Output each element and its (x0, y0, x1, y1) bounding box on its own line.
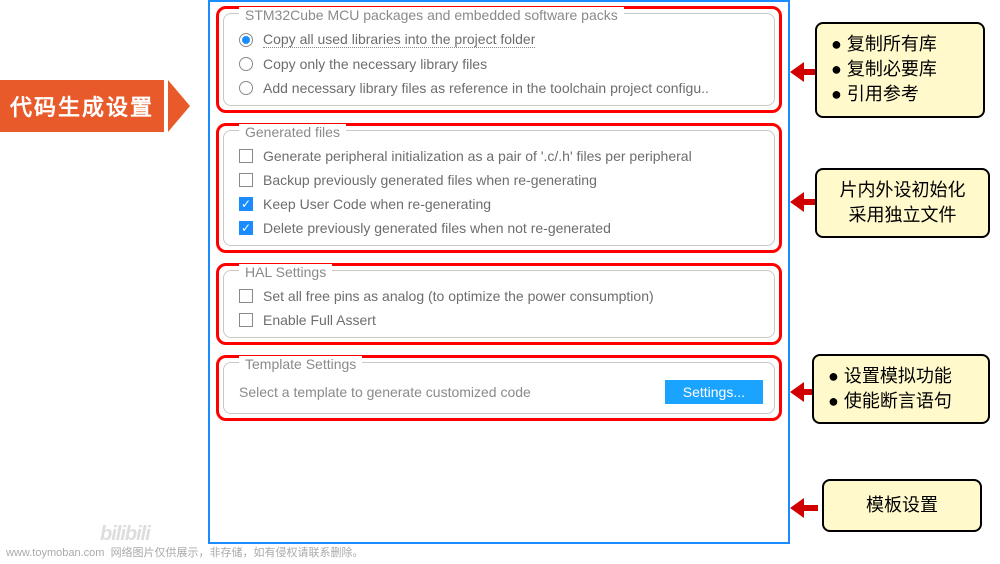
callout-item: 复制必要库 (831, 57, 969, 82)
group-legend: Template Settings (239, 356, 362, 372)
checkbox-icon (239, 173, 253, 187)
callout-item: 引用参考 (831, 82, 969, 107)
chevron-right-icon (168, 80, 190, 132)
group-legend: Generated files (239, 124, 346, 140)
radio-label: Add necessary library files as reference… (263, 80, 709, 96)
radio-icon (239, 57, 253, 71)
callout-item: 使能断言语句 (828, 389, 974, 414)
radio-icon (239, 81, 253, 95)
callout-hal: 设置模拟功能 使能断言语句 (812, 354, 990, 424)
callout-line: 采用独立文件 (831, 203, 974, 228)
checkbox-label: Set all free pins as analog (to optimize… (263, 288, 654, 304)
checkbox-icon (239, 149, 253, 163)
section-title: 代码生成设置 (0, 80, 164, 132)
radio-add-reference[interactable]: Add necessary library files as reference… (231, 76, 767, 100)
checkbox-label: Enable Full Assert (263, 312, 376, 328)
template-text: Select a template to generate customized… (239, 384, 531, 400)
check-backup[interactable]: Backup previously generated files when r… (231, 168, 767, 192)
check-keep-user-code[interactable]: ✓ Keep User Code when re-generating (231, 192, 767, 216)
settings-button[interactable]: Settings... (665, 380, 763, 404)
annotation-arrow-icon (790, 498, 818, 518)
radio-copy-all[interactable]: Copy all used libraries into the project… (231, 27, 767, 52)
callout-item: 复制所有库 (831, 32, 969, 57)
hal-settings-group: HAL Settings Set all free pins as analog… (216, 263, 782, 345)
checkbox-icon: ✓ (239, 221, 253, 235)
callout-line: 片内外设初始化 (831, 178, 974, 203)
check-full-assert[interactable]: Enable Full Assert (231, 308, 767, 332)
checkbox-icon (239, 313, 253, 327)
callout-template: 模板设置 (822, 479, 982, 532)
radio-copy-necessary[interactable]: Copy only the necessary library files (231, 52, 767, 76)
annotation-arrow-icon (790, 192, 818, 212)
code-generation-panel: STM32Cube MCU packages and embedded soft… (208, 0, 790, 544)
radio-label: Copy only the necessary library files (263, 56, 487, 72)
mcu-packages-group: STM32Cube MCU packages and embedded soft… (216, 6, 782, 113)
checkbox-label: Generate peripheral initialization as a … (263, 148, 692, 164)
checkbox-icon: ✓ (239, 197, 253, 211)
radio-icon (239, 33, 253, 47)
checkbox-icon (239, 289, 253, 303)
section-title-banner: 代码生成设置 (0, 80, 190, 132)
checkbox-label: Delete previously generated files when n… (263, 220, 611, 236)
group-legend: HAL Settings (239, 264, 332, 280)
check-pair-files[interactable]: Generate peripheral initialization as a … (231, 144, 767, 168)
annotation-arrow-icon (790, 62, 818, 82)
watermark-logo: bilibili (100, 523, 150, 546)
check-delete-old[interactable]: ✓ Delete previously generated files when… (231, 216, 767, 240)
callout-text: 模板设置 (866, 495, 938, 515)
check-analog-pins[interactable]: Set all free pins as analog (to optimize… (231, 284, 767, 308)
template-settings-group: Template Settings Select a template to g… (216, 355, 782, 421)
callout-generated-files: 片内外设初始化 采用独立文件 (815, 168, 990, 238)
group-legend: STM32Cube MCU packages and embedded soft… (239, 7, 624, 23)
callout-packages: 复制所有库 复制必要库 引用参考 (815, 22, 985, 118)
checkbox-label: Keep User Code when re-generating (263, 196, 491, 212)
watermark-text: www.toymoban.com 网络图片仅供展示，非存储，如有侵权请联系删除。 (6, 544, 364, 560)
generated-files-group: Generated files Generate peripheral init… (216, 123, 782, 253)
checkbox-label: Backup previously generated files when r… (263, 172, 597, 188)
callout-item: 设置模拟功能 (828, 364, 974, 389)
radio-label: Copy all used libraries into the project… (263, 31, 535, 48)
